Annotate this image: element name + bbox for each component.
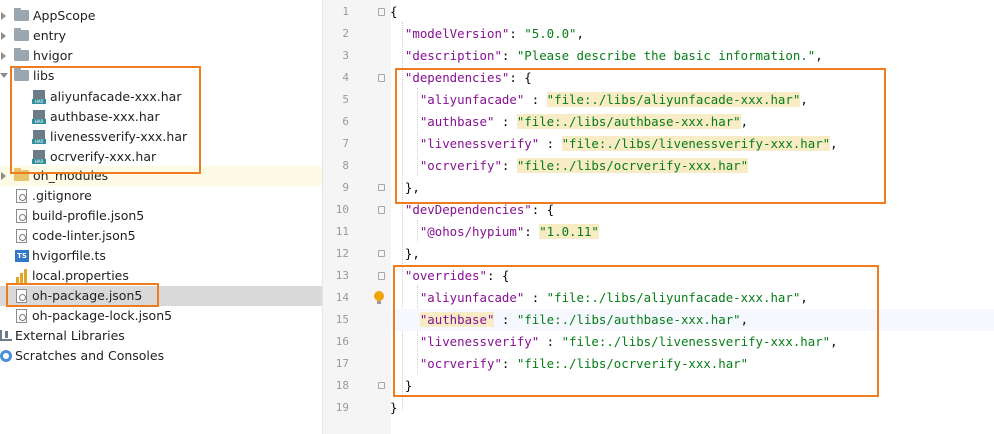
tree-item-external-libraries[interactable]: External Libraries: [0, 326, 322, 346]
code-line[interactable]: {: [390, 1, 994, 23]
line-number: 5: [342, 93, 349, 106]
json-key: "modelVersion": [404, 26, 510, 41]
line-number: 17: [335, 357, 349, 370]
lightbulb-icon[interactable]: [374, 291, 384, 304]
line-number: 9: [342, 181, 349, 194]
json-punctuation: },: [390, 246, 420, 261]
tree-item-appscope[interactable]: AppScope: [0, 6, 322, 26]
tree-item-label: hvigorfile.ts: [32, 248, 106, 263]
code-line[interactable]: "modelVersion": "5.0.0",: [390, 23, 994, 45]
annotation-box-oh-package: [6, 283, 159, 307]
line-number: 18: [335, 379, 349, 392]
json-punctuation: [390, 26, 405, 41]
chevron-down-icon[interactable]: [0, 73, 8, 78]
json-punctuation: {: [390, 4, 398, 19]
chevron-right-icon[interactable]: [1, 32, 6, 40]
scratches-icon: [0, 350, 12, 362]
chevron-right-icon[interactable]: [1, 12, 6, 20]
line-number: 1: [342, 5, 349, 18]
line-number: 8: [342, 159, 349, 172]
code-line[interactable]: "description": "Please describe the basi…: [390, 45, 994, 67]
tree-item-gitignore[interactable]: .gitignore: [0, 186, 322, 206]
annotation-box-libs: [10, 66, 201, 174]
folder-icon: [14, 28, 29, 41]
tree-item-hvigor[interactable]: hvigor: [0, 46, 322, 66]
line-number: 6: [342, 115, 349, 128]
libraries-icon: [0, 330, 12, 341]
line-number: 10: [335, 203, 349, 216]
code-line[interactable]: },: [390, 243, 994, 265]
chevron-right-icon[interactable]: [1, 52, 6, 60]
line-number: 4: [342, 71, 349, 84]
annotation-box-dependencies: [395, 68, 886, 204]
line-number: 2: [342, 27, 349, 40]
json-string: "Please describe the basic information.": [516, 48, 816, 63]
fold-marker-icon[interactable]: [378, 382, 385, 389]
code-line[interactable]: }: [390, 397, 994, 419]
line-number: 15: [335, 313, 349, 326]
code-line[interactable]: "@ohos/hypium": "1.0.11": [390, 221, 994, 243]
tree-item-label: code-linter.json5: [32, 228, 136, 243]
tree-item-scratches[interactable]: Scratches and Consoles: [0, 346, 322, 366]
line-number: 14: [335, 291, 349, 304]
tree-item-build-profile[interactable]: build-profile.json5: [0, 206, 322, 226]
annotation-box-overrides: [393, 265, 879, 397]
fold-marker-icon[interactable]: [378, 74, 385, 82]
folder-icon: [14, 48, 29, 61]
fold-marker-icon[interactable]: [378, 8, 385, 16]
line-number: 19: [335, 401, 349, 414]
json-key: "devDependencies": [404, 202, 532, 217]
tree-item-oh-package-lock[interactable]: oh-package-lock.json5: [0, 306, 322, 326]
json-punctuation: }: [390, 400, 398, 415]
line-number: 3: [342, 49, 349, 62]
tree-item-label: AppScope: [33, 8, 96, 23]
editor-gutter: 1 2 3 4 5 6 7 8 9 10 11 12 13 14 15 16 17 18 19: [322, 0, 391, 434]
config-file-icon: [16, 209, 27, 223]
config-file-icon: [16, 309, 27, 323]
fold-marker-icon[interactable]: [378, 250, 385, 257]
properties-file-icon: [16, 269, 28, 283]
tree-item-label: External Libraries: [15, 328, 125, 343]
json-punctuation: [390, 224, 420, 239]
tree-item-label: entry: [33, 28, 67, 43]
json-string: "5.0.0": [524, 26, 577, 41]
fold-marker-icon[interactable]: [378, 206, 385, 214]
json-key: "@ohos/hypium": [419, 224, 525, 239]
json-punctuation: [390, 202, 405, 217]
tree-item-label: .gitignore: [32, 188, 92, 203]
fold-marker-icon[interactable]: [378, 272, 385, 280]
json-punctuation: :: [524, 224, 540, 239]
json-punctuation: :: [501, 48, 517, 63]
tree-item-label: oh-package-lock.json5: [32, 308, 173, 323]
fold-marker-icon[interactable]: [378, 184, 385, 191]
line-number: 16: [335, 335, 349, 348]
json-string: "1.0.11": [539, 224, 599, 239]
config-file-icon: [16, 229, 27, 243]
json-key: "description": [404, 48, 502, 63]
json-punctuation: : {: [531, 202, 555, 217]
tree-item-label: hvigor: [33, 48, 73, 63]
chevron-right-icon[interactable]: [1, 172, 6, 180]
tree-item-entry[interactable]: entry: [0, 26, 322, 46]
line-number: 7: [342, 137, 349, 150]
tree-item-hvigorfile[interactable]: TS hvigorfile.ts: [0, 246, 322, 266]
tree-item-code-linter[interactable]: code-linter.json5: [0, 226, 322, 246]
line-number: 11: [335, 225, 349, 238]
json-punctuation: [390, 48, 405, 63]
json-punctuation: ,: [815, 48, 823, 63]
tree-item-label: Scratches and Consoles: [15, 348, 165, 363]
json-punctuation: ,: [576, 26, 584, 41]
folder-icon: [14, 8, 29, 21]
tree-item-label: build-profile.json5: [32, 208, 145, 223]
config-file-icon: [16, 189, 27, 203]
line-number: 12: [335, 247, 349, 260]
tree-item-label: local.properties: [32, 268, 129, 283]
line-number: 13: [335, 269, 349, 282]
typescript-file-icon: TS: [15, 250, 29, 262]
json-punctuation: :: [509, 26, 525, 41]
